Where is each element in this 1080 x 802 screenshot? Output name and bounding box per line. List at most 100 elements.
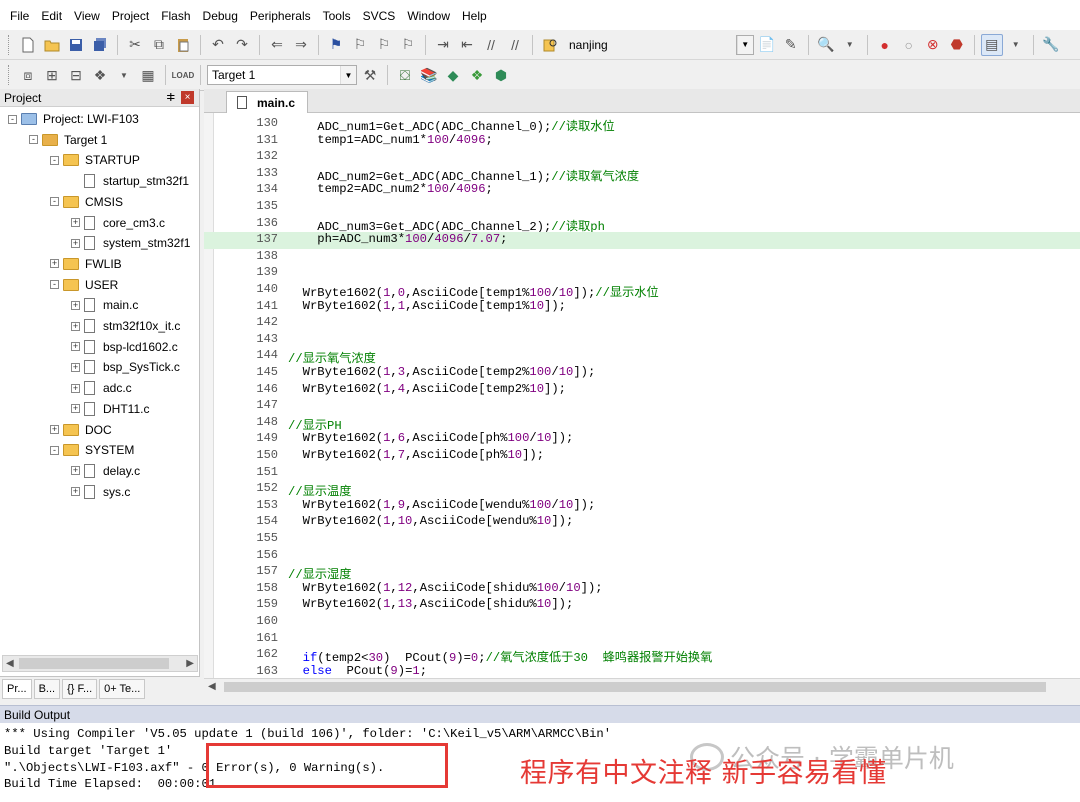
breakpoint-icon[interactable]: ● [874,34,896,56]
collapse-icon[interactable]: - [50,197,59,207]
tree-item[interactable]: + DHT11.c [71,399,149,419]
tree-item[interactable]: - USER [50,275,118,295]
project-panel-tab[interactable]: 0+ Te... [99,678,146,699]
stop-build-icon[interactable]: ▦ [137,64,159,86]
code-line[interactable]: ph=ADC_num3*100/4096/7.07; [288,232,507,246]
unindent-icon[interactable]: ⇤ [456,34,478,56]
code-line[interactable]: //显示湿度 [288,564,351,582]
code-line[interactable]: if(temp2<30) PCout(9)=0;//氧气浓度低于30 蜂鸣器报警… [288,647,713,665]
manage-components-icon[interactable]: ⛋ [394,64,416,86]
project-panel-tab[interactable]: {} F... [62,678,98,699]
project-hscrollbar[interactable]: ◀ ▶ [2,655,198,672]
tree-item[interactable]: - Project: LWI-F103 [8,109,139,129]
target-select[interactable]: Target 1 ▼ [207,65,357,85]
clear-bookmarks-icon[interactable]: ⚐ [397,34,419,56]
tree-item[interactable]: - STARTUP [50,150,140,170]
code-line[interactable]: //显示PH [288,415,342,433]
scroll-thumb[interactable] [19,658,169,669]
code-line[interactable]: temp1=ADC_num1*100/4096; [288,133,493,147]
kill-all-breakpoints-icon[interactable]: ⬣ [946,34,968,56]
find-icon[interactable]: ✎ [780,34,802,56]
uncomment-icon[interactable]: // [504,34,526,56]
tree-item[interactable]: + system_stm32f1 [71,233,190,253]
menu-edit[interactable]: Edit [35,0,68,32]
project-panel-tab[interactable]: Pr... [2,678,32,699]
expand-icon[interactable]: + [71,362,80,372]
editor-hscrollbar[interactable]: ◀ [204,678,1080,695]
code-line[interactable]: WrByte1602(1,13,AsciiCode[shidu%10]); [288,597,574,611]
tree-item[interactable]: + adc.c [71,378,132,398]
disable-all-breakpoints-icon[interactable]: ⊗ [922,34,944,56]
close-icon[interactable]: × [181,91,194,104]
nav-back-icon[interactable]: ⇐ [266,34,288,56]
menu-tools[interactable]: Tools [317,0,357,32]
code-line[interactable]: WrByte1602(1,4,AsciiCode[temp2%10]); [288,382,566,396]
code-line[interactable]: ADC_num1=Get_ADC(ADC_Channel_0);//读取水位 [288,116,614,134]
save-all-icon[interactable] [89,34,111,56]
code-line[interactable]: WrByte1602(1,1,AsciiCode[temp1%10]); [288,299,566,313]
scroll-thumb[interactable] [224,682,1046,692]
tree-item[interactable]: + bsp_SysTick.c [71,357,180,377]
tab-main-c[interactable]: main.c [226,91,308,113]
build-icon[interactable]: ⊞ [41,64,63,86]
tree-item[interactable]: + DOC [50,420,112,440]
expand-icon[interactable]: + [50,259,59,269]
open-folder-icon[interactable] [41,34,63,56]
nav-forward-icon[interactable]: ⇒ [290,34,312,56]
chevron-down-icon[interactable]: ▼ [1005,34,1027,56]
menu-help[interactable]: Help [456,0,493,32]
tree-item[interactable]: - SYSTEM [50,440,134,460]
collapse-icon[interactable]: - [50,445,59,455]
expand-icon[interactable]: + [71,466,80,476]
tree-item[interactable]: + main.c [71,295,138,315]
code-line[interactable]: ADC_num2=Get_ADC(ADC_Channel_1);//读取氧气浓度 [288,166,639,184]
tree-item[interactable]: + delay.c [71,461,140,481]
menu-svcs[interactable]: SVCS [357,0,402,32]
project-panel-tab[interactable]: B... [33,678,61,699]
indent-icon[interactable]: ⇥ [432,34,454,56]
code-line[interactable]: WrByte1602(1,3,AsciiCode[temp2%100/10]); [288,365,596,379]
code-line[interactable]: temp2=ADC_num2*100/4096; [288,182,493,196]
select-software-packs-icon[interactable]: ⬢ [490,64,512,86]
code-line[interactable]: //显示温度 [288,481,351,499]
bookmark-icon[interactable]: ⚑ [325,34,347,56]
redo-icon[interactable]: ↷ [231,34,253,56]
code-line[interactable]: WrByte1602(1,12,AsciiCode[shidu%100/10])… [288,581,603,595]
prev-bookmark-icon[interactable]: ⚐ [349,34,371,56]
translate-icon[interactable]: ⧈ [17,64,39,86]
paste-icon[interactable] [172,34,194,56]
menu-view[interactable]: View [68,0,106,32]
save-icon[interactable] [65,34,87,56]
tree-item[interactable]: + FWLIB [50,254,122,274]
expand-icon[interactable]: + [71,404,80,414]
cut-icon[interactable]: ✂ [124,34,146,56]
find-text[interactable]: nanjing [569,38,608,52]
new-file-icon[interactable] [17,34,39,56]
expand-icon[interactable]: + [71,238,80,248]
rebuild-icon[interactable]: ⊟ [65,64,87,86]
debug-session-icon[interactable]: 🔍 [815,34,837,56]
menu-peripherals[interactable]: Peripherals [244,0,317,32]
pin-icon[interactable]: ⵐ [166,91,175,104]
collapse-icon[interactable]: - [29,135,38,145]
comment-icon[interactable]: // [480,34,502,56]
tree-item[interactable]: + bsp-lcd1602.c [71,337,178,357]
menu-flash[interactable]: Flash [155,0,196,32]
configure-icon[interactable]: 🔧 [1040,34,1062,56]
collapse-icon[interactable]: - [50,155,59,165]
find-dropdown[interactable]: ▼ [735,34,754,55]
menu-project[interactable]: Project [106,0,155,32]
expand-icon[interactable]: + [71,487,80,497]
code-line[interactable]: WrByte1602(1,0,AsciiCode[temp1%100/10]);… [288,282,659,300]
code-line[interactable]: WrByte1602(1,9,AsciiCode[wendu%100/10]); [288,498,596,512]
code-line[interactable]: WrByte1602(1,6,AsciiCode[ph%100/10]); [288,431,574,445]
expand-icon[interactable]: + [71,342,80,352]
tree-item[interactable]: + stm32f10x_it.c [71,316,180,336]
books-icon[interactable]: 📚 [418,64,440,86]
scroll-right-icon[interactable]: ▶ [186,658,194,669]
copy-icon[interactable]: ⧉ [148,34,170,56]
menu-window[interactable]: Window [401,0,456,32]
collapse-icon[interactable]: - [50,280,59,290]
code-line[interactable]: else PCout(9)=1; [288,664,427,678]
menu-file[interactable]: File [4,0,35,32]
